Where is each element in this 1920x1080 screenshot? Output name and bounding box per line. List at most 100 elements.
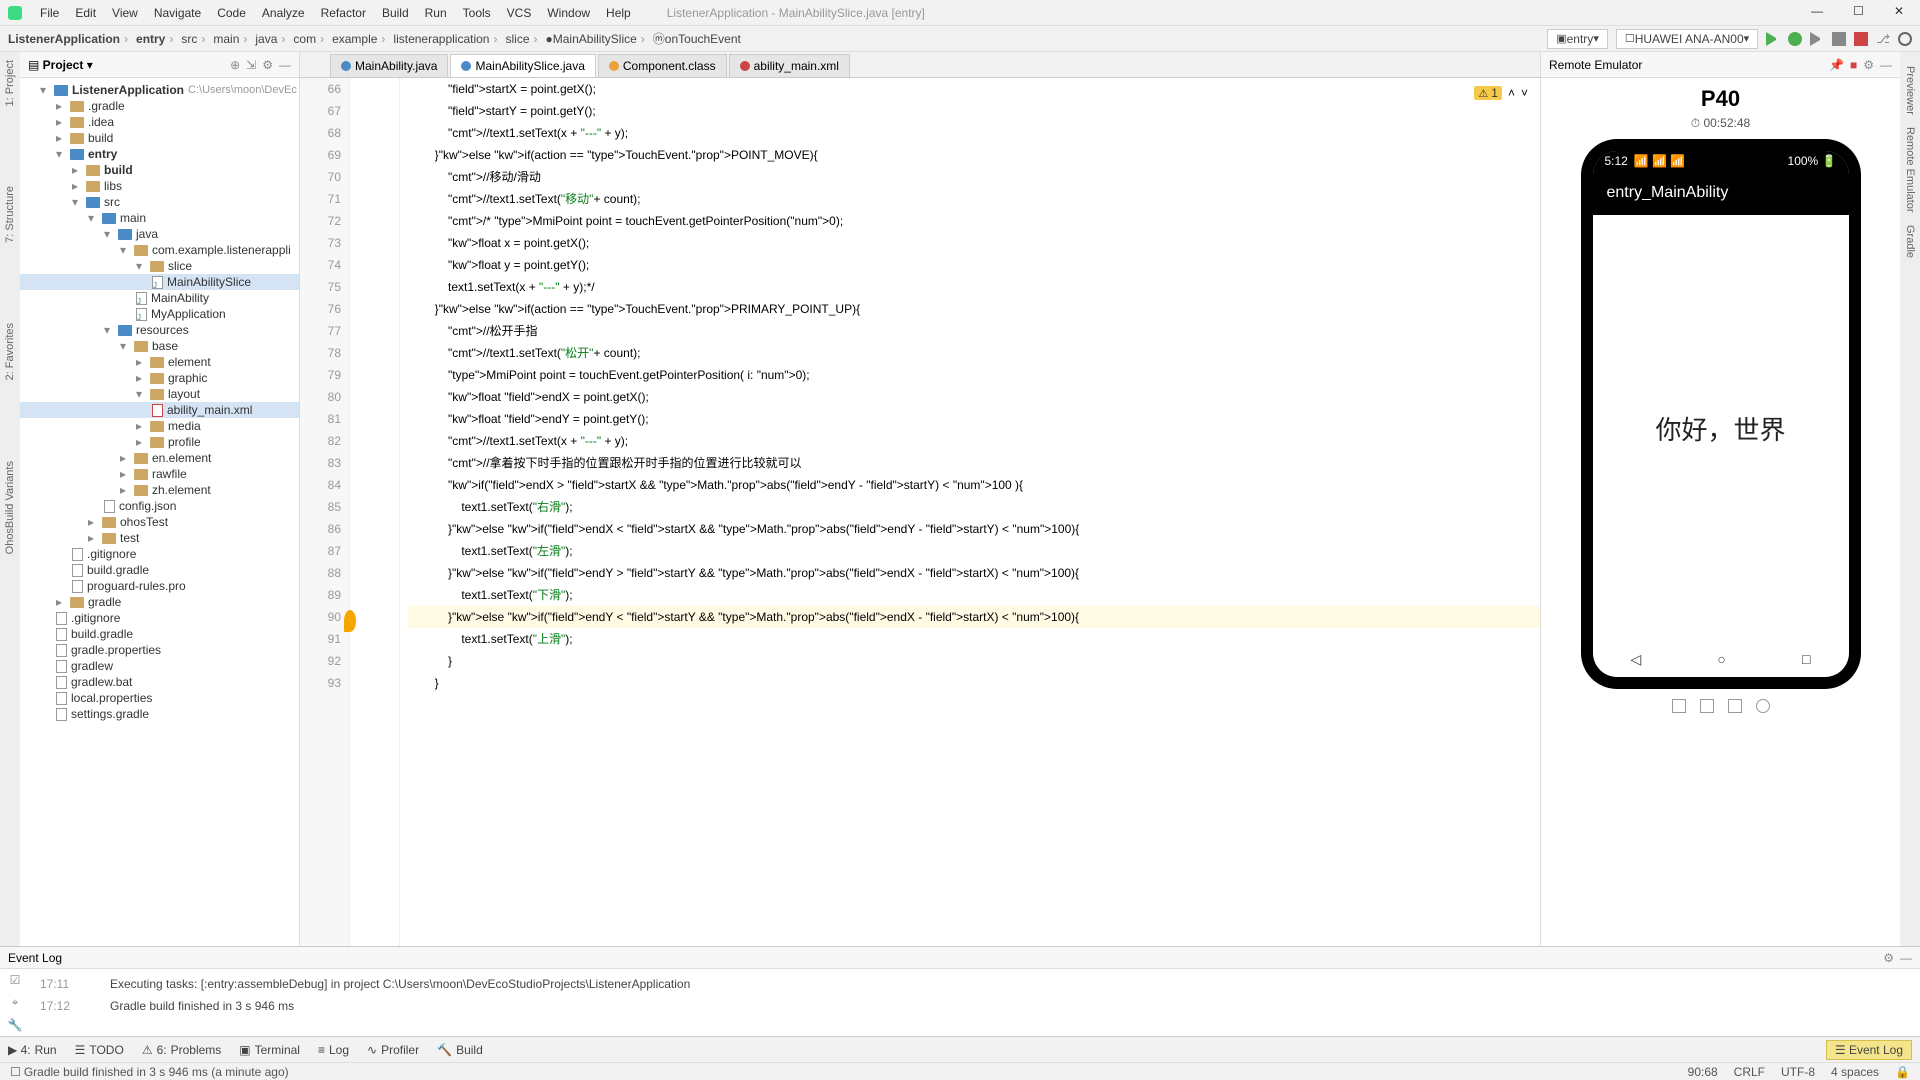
project-panel: ▤ Project ▾ ⊕ ⇲ ⚙ — ListenerApplication … (20, 52, 300, 946)
project-combo[interactable]: ▤ Project ▾ (28, 58, 93, 72)
crumb-com[interactable]: com (293, 32, 328, 46)
crumb-slice[interactable]: slice (505, 32, 541, 46)
crumb-main[interactable]: main (213, 32, 251, 46)
crumb-method[interactable]: ⓜ onTouchEvent (653, 30, 741, 47)
app-content[interactable]: 你好，世界 (1593, 215, 1849, 641)
circle-ctl-icon[interactable] (1756, 699, 1770, 713)
tool-remote-emu[interactable]: Remote Emulator (1904, 121, 1916, 219)
coverage-icon[interactable] (1810, 32, 1824, 46)
tool-project[interactable]: 1: Project (4, 60, 16, 106)
editor-tabs: MainAbility.java MainAbilitySlice.java C… (300, 52, 1540, 78)
emulator-controls (1672, 699, 1770, 713)
menu-vcs[interactable]: VCS (499, 6, 540, 20)
stop-icon[interactable] (1832, 32, 1846, 46)
device-selector[interactable]: ☐ HUAWEI ANA-AN00 ▾ (1616, 29, 1758, 49)
tab-todo[interactable]: ☰ TODO (75, 1043, 124, 1057)
crumb-class[interactable]: ● MainAbilitySlice (546, 32, 649, 46)
tab-log[interactable]: ≡ Log (318, 1043, 349, 1057)
menu-help[interactable]: Help (598, 6, 639, 20)
crumb-java[interactable]: java (255, 32, 289, 46)
tab-problems[interactable]: ⚠ 6: Problems (142, 1043, 221, 1057)
warning-badge[interactable]: ⚠ 1 (1474, 86, 1502, 100)
source-view[interactable]: ⚠ 1˄˅ "field">startX = point.getX(); "fi… (400, 78, 1540, 946)
chevron-down-icon[interactable]: ˅ (1521, 86, 1528, 100)
maximize-icon[interactable]: ☐ (1845, 4, 1872, 18)
search-icon[interactable] (1898, 32, 1912, 46)
crumb-entry[interactable]: entry (136, 32, 177, 46)
crumb-pkg[interactable]: listenerapplication (393, 32, 501, 46)
menu-analyze[interactable]: Analyze (254, 6, 313, 20)
module-selector[interactable]: ▣ entry ▾ (1547, 29, 1608, 49)
encoding[interactable]: UTF-8 (1781, 1065, 1815, 1079)
tab-mainability[interactable]: MainAbility.java (330, 54, 448, 77)
gear-emu-icon[interactable]: ⚙ (1863, 58, 1874, 72)
tool-structure[interactable]: 7: Structure (4, 186, 16, 243)
code-area[interactable]: 6667686970717273747576777879808182838485… (300, 78, 1540, 946)
minimize-icon[interactable]: — (1803, 4, 1831, 18)
log-controls: ☑ ⌖ 🔧 (0, 969, 30, 1036)
crumb-src[interactable]: src (181, 32, 209, 46)
event-hide-icon[interactable]: — (1900, 951, 1912, 965)
menu-edit[interactable]: Edit (67, 6, 104, 20)
tab-build[interactable]: 🔨 Build (437, 1043, 483, 1057)
home-icon[interactable]: ○ (1717, 651, 1725, 667)
log-wrench-icon[interactable]: 🔧 (8, 1018, 23, 1032)
locate-icon[interactable]: ⊕ (230, 58, 240, 72)
run-icon[interactable] (1766, 32, 1780, 46)
chevron-up-icon[interactable]: ˄ (1508, 86, 1515, 100)
log-filter-icon[interactable]: ⌖ (12, 995, 19, 1010)
tool-favorites[interactable]: 2: Favorites (4, 323, 16, 380)
menu-window[interactable]: Window (539, 6, 598, 20)
menu-run[interactable]: Run (417, 6, 455, 20)
menu-view[interactable]: View (104, 6, 146, 20)
emulator-title: Remote Emulator (1549, 58, 1642, 72)
menu-tools[interactable]: Tools (455, 6, 499, 20)
recent-icon[interactable]: □ (1802, 651, 1810, 667)
event-gear-icon[interactable]: ⚙ (1883, 951, 1894, 965)
stop-emu-icon[interactable]: ■ (1850, 58, 1857, 72)
tool-previewer[interactable]: Previewer (1904, 60, 1916, 121)
tab-profiler[interactable]: ∿ Profiler (367, 1043, 419, 1057)
status-text: Gradle build finished in 3 s 946 ms (a m… (24, 1065, 289, 1079)
close-icon[interactable]: ✕ (1886, 4, 1912, 18)
tab-component[interactable]: Component.class (598, 54, 727, 77)
tool-ohos[interactable]: OhosBuild Variants (4, 461, 16, 554)
shake-icon[interactable] (1700, 699, 1714, 713)
menu-bar: File Edit View Navigate Code Analyze Ref… (0, 0, 1920, 26)
log-check-icon[interactable]: ☑ (10, 973, 21, 987)
tab-run[interactable]: ▶ 4: Run (8, 1043, 57, 1057)
menu-build[interactable]: Build (374, 6, 417, 20)
device-name: P40 (1701, 86, 1740, 112)
line-sep[interactable]: CRLF (1734, 1065, 1765, 1079)
app-bar: entry_MainAbility (1593, 171, 1849, 215)
menu-navigate[interactable]: Navigate (146, 6, 209, 20)
vcs-icon[interactable]: ⎇ (1876, 32, 1890, 46)
tab-ability-xml[interactable]: ability_main.xml (729, 54, 850, 77)
expand-icon[interactable]: ⇲ (246, 58, 256, 72)
status-line: ☐ Gradle build finished in 3 s 946 ms (a… (0, 1062, 1920, 1080)
window-title: ListenerApplication - MainAbilitySlice.j… (659, 6, 933, 20)
indent[interactable]: 4 spaces (1831, 1065, 1879, 1079)
rotate-icon[interactable] (1672, 699, 1686, 713)
log-row: 17:11Executing tasks: [:entry:assembleDe… (40, 973, 1910, 995)
menu-code[interactable]: Code (209, 6, 254, 20)
tab-mainabilityslice[interactable]: MainAbilitySlice.java (450, 54, 595, 77)
gear-icon[interactable]: ⚙ (262, 58, 273, 72)
menu-file[interactable]: File (32, 6, 67, 20)
menu-refactor[interactable]: Refactor (313, 6, 374, 20)
tool-gradle[interactable]: Gradle (1904, 219, 1916, 264)
tab-event-log[interactable]: ☰ Event Log (1826, 1040, 1912, 1060)
crumb-example[interactable]: example (332, 32, 389, 46)
debug-icon[interactable] (1788, 32, 1802, 46)
project-tree[interactable]: ListenerApplication C:\Users\moon\DevEc … (20, 78, 299, 946)
back-icon[interactable]: ◁ (1631, 651, 1642, 668)
stop-red-icon[interactable] (1854, 32, 1868, 46)
back-ctl-icon[interactable] (1728, 699, 1742, 713)
hide-icon[interactable]: — (279, 58, 291, 72)
lock-icon[interactable]: 🔒 (1895, 1065, 1910, 1079)
pin-icon[interactable]: 📌 (1829, 58, 1844, 72)
status-bar: 5:12 📶 📶 📶 100% 🔋 (1593, 151, 1849, 171)
hide-emu-icon[interactable]: — (1880, 58, 1892, 72)
crumb-root[interactable]: ListenerApplication (8, 32, 132, 46)
tab-terminal[interactable]: ▣ Terminal (239, 1043, 300, 1057)
